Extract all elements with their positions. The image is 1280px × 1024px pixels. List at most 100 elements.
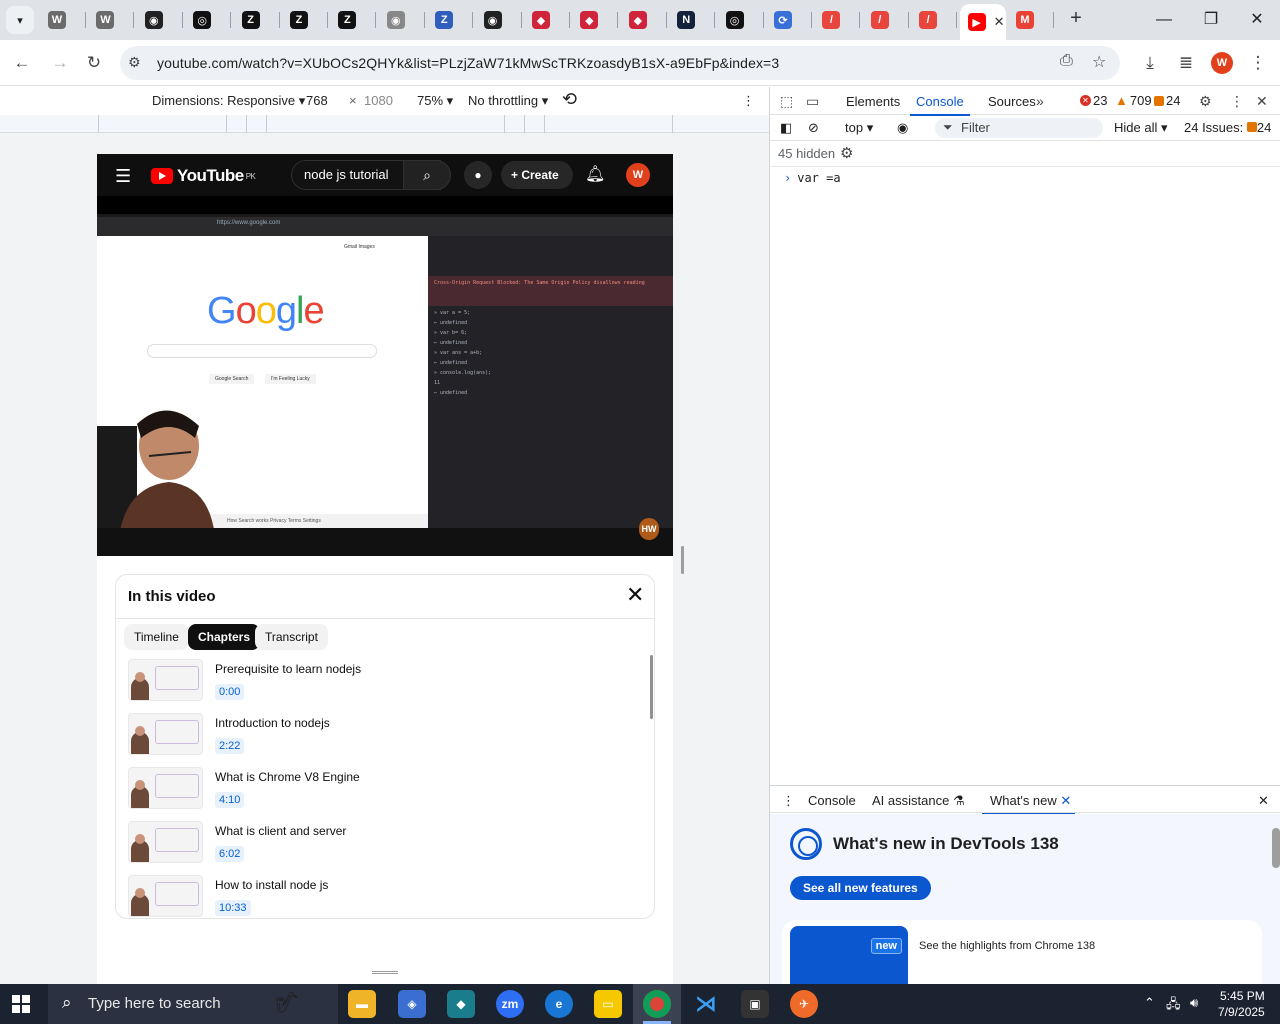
close-window-button[interactable]: ✕ — [1245, 8, 1269, 32]
vscode-icon[interactable]: ⋊ — [692, 990, 720, 1018]
browser-tab[interactable]: ◉ — [476, 6, 522, 34]
browser-tab[interactable]: ◆ — [572, 6, 619, 34]
close-devtools-icon[interactable]: ✕ — [1256, 93, 1268, 110]
width-input[interactable]: 768 — [306, 93, 328, 108]
sticky-notes-icon[interactable]: ▭ — [594, 990, 622, 1018]
tab-console[interactable]: Console — [910, 94, 970, 116]
url-text[interactable]: youtube.com/watch?v=XUbOCs2QHYk&list=PLz… — [157, 55, 779, 71]
tab-sources[interactable]: Sources — [988, 94, 1036, 109]
context-select[interactable]: top ▾ — [845, 120, 873, 136]
log-levels-select[interactable]: Hide all ▾ — [1114, 120, 1168, 136]
close-drawer-icon[interactable]: ✕ — [1258, 793, 1269, 809]
app-icon[interactable]: ◈ — [398, 990, 426, 1018]
panel-scrollbar[interactable] — [650, 655, 653, 719]
reload-button[interactable]: ↻ — [82, 51, 106, 75]
dimensions-select[interactable]: Dimensions: Responsive ▾ — [152, 93, 305, 109]
chapter-timestamp[interactable]: 10:33 — [215, 900, 251, 916]
chip-transcript[interactable]: Transcript — [255, 624, 328, 650]
new-tab-button[interactable]: + — [1066, 8, 1086, 29]
volume-icon[interactable]: 🔊︎ — [1190, 995, 1198, 1011]
minimize-button[interactable]: — — [1152, 8, 1176, 32]
taskbar-clock[interactable]: 5:45 PM 7/9/2025 — [1218, 988, 1265, 1020]
chapter-item[interactable]: What is Chrome V8 Engine 4:10 — [128, 767, 628, 811]
chapter-timestamp[interactable]: 2:22 — [215, 738, 245, 754]
devtools-menu-icon[interactable]: ⋮ — [1230, 93, 1244, 110]
console-input-text[interactable]: var =a — [797, 171, 840, 185]
install-app-icon[interactable]: ⎙ — [1060, 52, 1073, 70]
sidebar-toggle-icon[interactable]: ◧ — [780, 120, 792, 136]
more-tabs-icon[interactable]: » — [1036, 93, 1044, 109]
chip-chapters[interactable]: Chapters — [188, 624, 261, 650]
zoom-icon[interactable]: zm — [496, 990, 524, 1018]
profile-avatar[interactable]: W — [1211, 52, 1233, 74]
download-icon[interactable]: ⤓ — [1138, 51, 1162, 75]
video-player[interactable]: https://www.google.com Gmail Images Goog… — [97, 196, 673, 556]
taskbar-search-box[interactable]: ⌕ Type here to search 🎷︎ — [48, 984, 338, 1024]
close-panel-icon[interactable]: ✕ — [626, 584, 644, 606]
drawer-menu-icon[interactable]: ⋮ — [782, 793, 795, 809]
browser-tab[interactable]: Z — [234, 6, 280, 34]
rotate-icon[interactable]: ⟲ — [562, 89, 577, 110]
network-icon[interactable]: 🖧︎ — [1166, 995, 1181, 1017]
edge-icon[interactable]: e — [545, 990, 573, 1018]
browser-tab[interactable]: Z — [427, 6, 474, 34]
browser-menu-icon[interactable]: ⋮ — [1246, 51, 1270, 75]
browser-tab[interactable]: N — [669, 6, 716, 34]
browser-tab[interactable]: ⟳ — [766, 6, 812, 34]
windows-start-icon[interactable] — [12, 995, 30, 1013]
tab-elements[interactable]: Elements — [846, 94, 900, 109]
terminal-icon[interactable]: ▣ — [741, 990, 769, 1018]
warning-count-badge[interactable]: ▲ 709 — [1115, 93, 1152, 108]
browser-tab[interactable]: ◎ — [185, 6, 232, 34]
chapter-timestamp[interactable]: 0:00 — [215, 684, 245, 700]
voice-search-button[interactable]: ● — [464, 161, 492, 189]
youtube-search-button[interactable]: ⌕ — [403, 160, 451, 190]
bookmark-star-icon[interactable]: ☆ — [1092, 52, 1106, 72]
chip-timeline[interactable]: Timeline — [124, 624, 189, 650]
height-input[interactable]: 1080 — [364, 93, 393, 108]
create-button[interactable]: + Create — [501, 161, 573, 189]
console-settings-gear-icon[interactable]: ⚙ — [840, 144, 853, 162]
throttling-select[interactable]: No throttling ▾ — [468, 93, 548, 109]
live-expression-eye-icon[interactable]: ◉ — [897, 120, 908, 136]
chapter-item[interactable]: Introduction to nodejs 2:22 — [128, 713, 628, 757]
browser-tab[interactable]: ◎ — [718, 6, 764, 34]
forward-button[interactable]: → — [48, 51, 72, 75]
app-icon[interactable]: ◆ — [447, 990, 475, 1018]
hamburger-menu-icon[interactable]: ☰ — [115, 166, 131, 187]
browser-tab[interactable]: / — [911, 6, 958, 34]
tab-search-button[interactable]: ▾ — [6, 6, 34, 34]
drawer-scrollbar[interactable] — [1272, 828, 1280, 868]
clear-console-icon[interactable]: ⊘ — [808, 120, 819, 136]
tray-chevron-icon[interactable]: ⌃ — [1144, 995, 1155, 1011]
inspect-element-icon[interactable]: ⬚ — [780, 93, 793, 110]
site-info-icon[interactable]: ⚙ — [128, 54, 141, 71]
highlights-card[interactable]: new See the highlights from Chrome 138 — [782, 920, 1262, 984]
browser-tab[interactable]: W — [88, 6, 135, 34]
see-all-features-button[interactable]: See all new features — [790, 876, 931, 900]
console-filter-input[interactable]: ⏷ Filter — [935, 118, 1103, 138]
media-control-icon[interactable]: ≣ — [1174, 51, 1198, 75]
browser-tab[interactable]: / — [814, 6, 861, 34]
media-query-ruler[interactable] — [0, 115, 769, 133]
chapter-item[interactable]: Prerequisite to learn nodejs 0:00 — [128, 659, 628, 703]
browser-tab[interactable]: Z — [282, 6, 328, 34]
chapter-timestamp[interactable]: 4:10 — [215, 792, 245, 808]
zoom-select[interactable]: 75% ▾ — [417, 93, 453, 109]
youtube-logo[interactable]: YouTube PK — [151, 166, 256, 186]
close-tab-icon[interactable]: ✕ — [994, 14, 1005, 30]
drawer-tab-console[interactable]: Console — [808, 793, 856, 808]
device-toggle-icon[interactable]: ▭ — [806, 93, 819, 110]
browser-tab[interactable]: / — [863, 6, 909, 34]
error-count-badge[interactable]: ✕ 23 — [1080, 93, 1107, 108]
console-prompt[interactable]: › var =a — [784, 171, 841, 185]
browser-tab[interactable]: Z — [330, 6, 377, 34]
viewport-resize-handle[interactable] — [681, 546, 684, 574]
restore-button[interactable]: ❐ — [1199, 8, 1223, 32]
issues-count-badge[interactable]: 24 — [1154, 93, 1180, 108]
postman-icon[interactable]: ✈ — [790, 990, 818, 1018]
device-more-icon[interactable]: ⋮ — [742, 93, 755, 109]
browser-tab[interactable]: ◉ — [137, 6, 183, 34]
browser-tab[interactable]: ▶ ✕ — [959, 4, 1006, 40]
drawer-tab-ai[interactable]: AI assistance ⚗ — [872, 793, 965, 809]
